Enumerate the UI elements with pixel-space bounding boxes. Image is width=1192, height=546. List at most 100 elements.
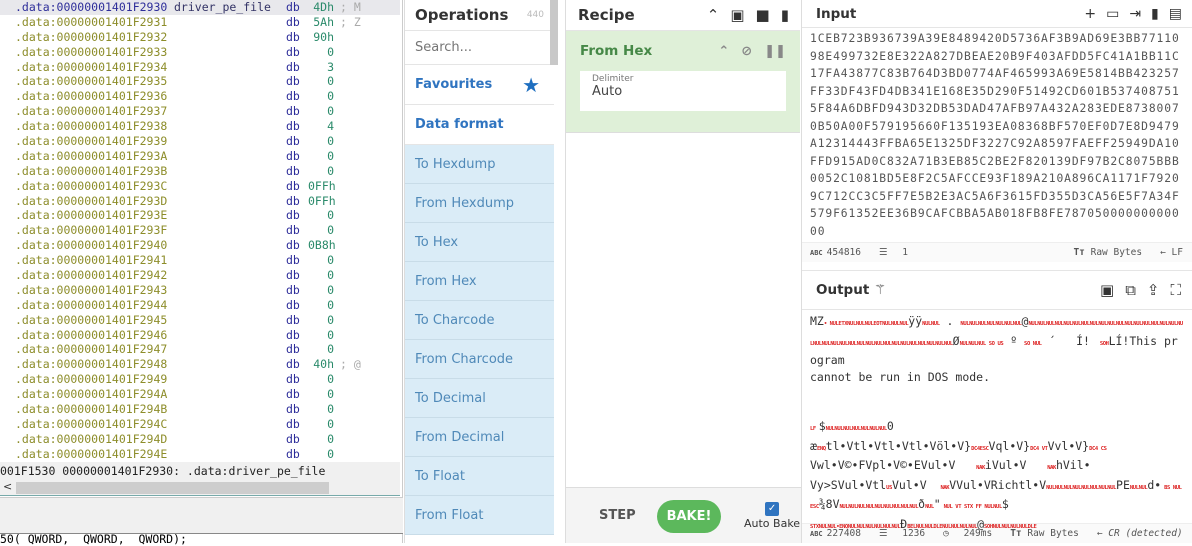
- listing-row[interactable]: .data:00000001401F293C db 0FFh: [0, 179, 400, 194]
- row-op: db: [286, 119, 300, 134]
- listing-row[interactable]: .data:00000001401F2941 db 0: [0, 253, 400, 268]
- listing-row[interactable]: .data:00000001401F2932 db 90h: [0, 30, 400, 45]
- operation-item[interactable]: To Decimal: [405, 379, 554, 418]
- output-eol[interactable]: CR (detected): [1108, 528, 1182, 539]
- input-length: 454816: [826, 247, 861, 258]
- recipe-operation-from-hex[interactable]: From Hex ⌃ ⊘ ❚❚ Delimiter Auto: [566, 31, 800, 133]
- row-op: db: [286, 238, 300, 253]
- delimiter-select[interactable]: Delimiter Auto: [580, 71, 786, 111]
- listing-row[interactable]: .data:00000001401F294C db 0: [0, 417, 400, 432]
- category-favourites[interactable]: Favourites ★: [405, 65, 554, 105]
- control-char: NUL VT STX FF NULNUL: [940, 504, 1003, 510]
- add-tab-icon[interactable]: +: [1084, 6, 1096, 22]
- listing-row[interactable]: .data:00000001401F2946 db 0: [0, 328, 400, 343]
- listing-row[interactable]: .data:00000001401F293A db 0: [0, 149, 400, 164]
- operation-item[interactable]: From Charcode: [405, 340, 554, 379]
- listing-row[interactable]: .data:00000001401F294A db 0: [0, 387, 400, 402]
- output-text[interactable]: MZ• NULETXNULNULNULEOTNULNULNULÿÿ NUL NUL …: [802, 310, 1192, 531]
- row-op: db: [286, 312, 300, 327]
- output-chars: ÿÿ: [908, 314, 923, 328]
- listing-row[interactable]: .data:00000001401F294E db 0: [0, 447, 400, 462]
- control-char: NULNULNUL SO US: [959, 340, 1004, 347]
- step-button[interactable]: STEP: [599, 508, 636, 523]
- listing-row[interactable]: .data:00000001401F2945 db 0: [0, 313, 400, 328]
- control-char: NULNUL: [1129, 484, 1148, 491]
- operation-item[interactable]: From Decimal: [405, 418, 554, 457]
- io-panel: Input + ▭ ⇥ ▮ ▤ 1CEB723B936739A39E848942…: [801, 0, 1192, 543]
- listing-row[interactable]: .data:00000001401F2930 driver_pe_file db 4D…: [0, 0, 400, 15]
- replace-input-icon[interactable]: ⇪: [1147, 281, 1160, 299]
- output-chars: ´ Í!: [1041, 333, 1097, 348]
- listing-row[interactable]: .data:00000001401F2944 db 0: [0, 298, 400, 313]
- input-encoding[interactable]: Raw Bytes: [1091, 247, 1142, 258]
- row-op: db: [286, 134, 300, 149]
- listing-row[interactable]: .data:00000001401F2948 db 40h ; @: [0, 357, 400, 372]
- listing-row[interactable]: .data:00000001401F293E db 0: [0, 208, 400, 223]
- listing-row[interactable]: .data:00000001401F2938 db 4: [0, 119, 400, 134]
- operation-item[interactable]: To Hex: [405, 223, 554, 262]
- row-addr: .data:00000001401F293C: [15, 178, 168, 193]
- open-folder-icon[interactable]: ▭: [1106, 6, 1119, 22]
- operation-item[interactable]: To Float: [405, 457, 554, 496]
- category-data-format[interactable]: Data format: [405, 105, 554, 145]
- listing-row[interactable]: .data:00000001401F294D db 0: [0, 432, 400, 447]
- operations-scrollbar[interactable]: [550, 0, 558, 65]
- save-output-icon[interactable]: ▣: [1100, 281, 1114, 299]
- listing-row[interactable]: .data:00000001401F294B db 0: [0, 402, 400, 417]
- chevron-up-icon[interactable]: ⌃: [707, 6, 720, 24]
- row-op: db: [286, 342, 300, 357]
- bake-button[interactable]: BAKE!: [657, 500, 721, 533]
- listing-row[interactable]: .data:00000001401F2939 db 0: [0, 134, 400, 149]
- control-char: DC4 CS: [1089, 445, 1107, 452]
- operation-item[interactable]: From Hexdump: [405, 184, 554, 223]
- checkbox-checked-icon[interactable]: ✓: [765, 502, 780, 516]
- row-val: 0: [327, 387, 334, 402]
- trash-icon[interactable]: ▮: [781, 6, 789, 24]
- listing-row[interactable]: .data:00000001401F2931 db 5Ah ; Z: [0, 15, 400, 30]
- listing-row[interactable]: .data:00000001401F2949 db 0: [0, 372, 400, 387]
- save-icon[interactable]: ▣: [730, 6, 744, 24]
- listing-row[interactable]: .data:00000001401F2942 db 0: [0, 268, 400, 283]
- maximize-icon[interactable]: ⛶: [1170, 281, 1181, 299]
- layout-icon[interactable]: ▤: [1169, 6, 1182, 22]
- disable-icon[interactable]: ⊘: [741, 44, 752, 59]
- output-encoding[interactable]: Raw Bytes: [1027, 528, 1078, 539]
- listing-row[interactable]: .data:00000001401F2934 db 3: [0, 60, 400, 75]
- row-val: 0: [327, 327, 334, 342]
- collapse-icon[interactable]: ⌃: [718, 44, 729, 59]
- row-val: 0: [327, 148, 334, 163]
- pause-icon[interactable]: ❚❚: [764, 44, 786, 59]
- listing-row[interactable]: .data:00000001401F293F db 0: [0, 223, 400, 238]
- listing-row[interactable]: .data:00000001401F2943 db 0: [0, 283, 400, 298]
- auto-bake-toggle[interactable]: ✓ Auto Bake: [744, 502, 800, 530]
- output-chars: VVul•VRichtl•V: [949, 477, 1047, 492]
- ida-bottom-text: 50( QWORD, QWORD, QWORD);: [0, 533, 403, 545]
- operation-item[interactable]: To Hexdump: [405, 145, 554, 184]
- listing-row[interactable]: .data:00000001401F2947 db 0: [0, 342, 400, 357]
- row-op: db: [286, 0, 300, 14]
- input-eol[interactable]: LF: [1172, 247, 1183, 258]
- listing-row[interactable]: .data:00000001401F2933 db 0: [0, 45, 400, 60]
- operation-item[interactable]: From Float: [405, 496, 554, 535]
- listing-row[interactable]: .data:00000001401F2936 db 0: [0, 89, 400, 104]
- star-icon: ★: [522, 73, 540, 97]
- open-file-icon[interactable]: ⇥: [1129, 6, 1141, 22]
- operation-item[interactable]: To Charcode: [405, 301, 554, 340]
- listing-row[interactable]: .data:00000001401F293B db 0: [0, 164, 400, 179]
- listing-row[interactable]: .data:00000001401F2940 db 0B8h: [0, 238, 400, 253]
- magic-wand-icon[interactable]: ⚚: [874, 282, 886, 298]
- copy-icon[interactable]: ⧉: [1125, 281, 1136, 299]
- clear-icon[interactable]: ▮: [1151, 6, 1159, 22]
- scrollbar-thumb[interactable]: [16, 482, 329, 494]
- listing-row[interactable]: .data:00000001401F293D db 0FFh: [0, 194, 400, 209]
- scroll-left-icon[interactable]: <: [3, 480, 12, 493]
- folder-icon[interactable]: ■: [756, 6, 770, 24]
- input-textarea[interactable]: 1CEB723B936739A39E8489420D5736AF3B9AD69E…: [802, 28, 1192, 242]
- row-op: db: [286, 104, 300, 119]
- listing-row[interactable]: .data:00000001401F2935 db 0: [0, 74, 400, 89]
- operation-item[interactable]: From Hex: [405, 262, 554, 301]
- disassembly-listing[interactable]: .data:00000001401F2930 driver_pe_file db 4D…: [0, 0, 400, 462]
- listing-row[interactable]: .data:00000001401F2937 db 0: [0, 104, 400, 119]
- horizontal-scrollbar[interactable]: <: [0, 480, 400, 496]
- operations-search-input[interactable]: [405, 31, 554, 65]
